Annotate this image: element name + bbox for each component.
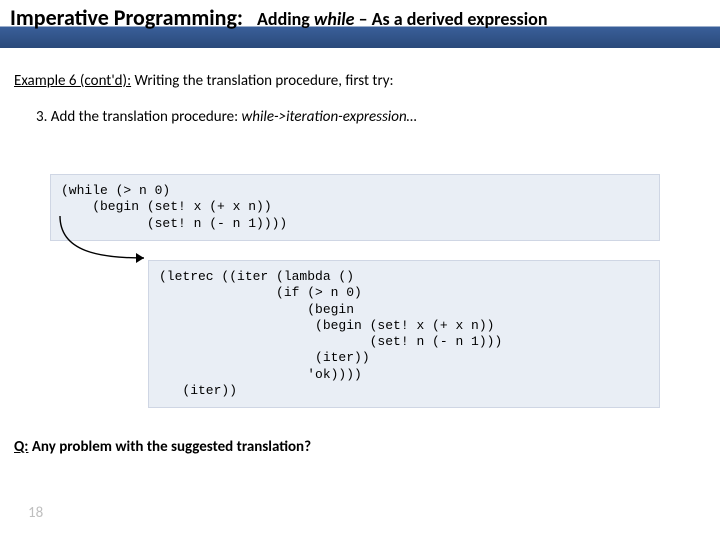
question-line: Q: Any problem with the suggested transl… (14, 438, 311, 456)
question-q: Q: (14, 438, 28, 456)
step-text-before: Add the translation procedure: (51, 108, 242, 126)
title-rhs-while: while (314, 8, 355, 30)
title-rhs-before: Adding (257, 8, 314, 30)
subtitle-rest: Writing the translation procedure, first… (131, 72, 393, 90)
code-block-letrec: (letrec ((iter (lambda () (if (> n 0) (b… (148, 260, 660, 408)
step-prefix: 3. (36, 108, 51, 126)
page-number: 18 (28, 504, 43, 522)
step-line: 3. Add the translation procedure: while-… (0, 90, 720, 126)
title-bar: Imperative Programming: Adding while – A… (0, 0, 720, 48)
question-rest: Any problem with the suggested translati… (28, 438, 311, 456)
title-lhs: Imperative Programming: (10, 4, 243, 31)
slide: Imperative Programming: Adding while – A… (0, 0, 720, 540)
title-rhs: Adding while – As a derived expression (257, 8, 548, 30)
subtitle-underlined: Example 6 (cont'd): (14, 72, 131, 90)
title-rhs-after: – As a derived expression (355, 8, 548, 30)
step-italic: while->iteration-expression… (242, 108, 417, 126)
subtitle: Example 6 (cont'd): Writing the translat… (0, 48, 720, 90)
code-block-while: (while (> n 0) (begin (set! x (+ x n)) (… (50, 174, 660, 241)
